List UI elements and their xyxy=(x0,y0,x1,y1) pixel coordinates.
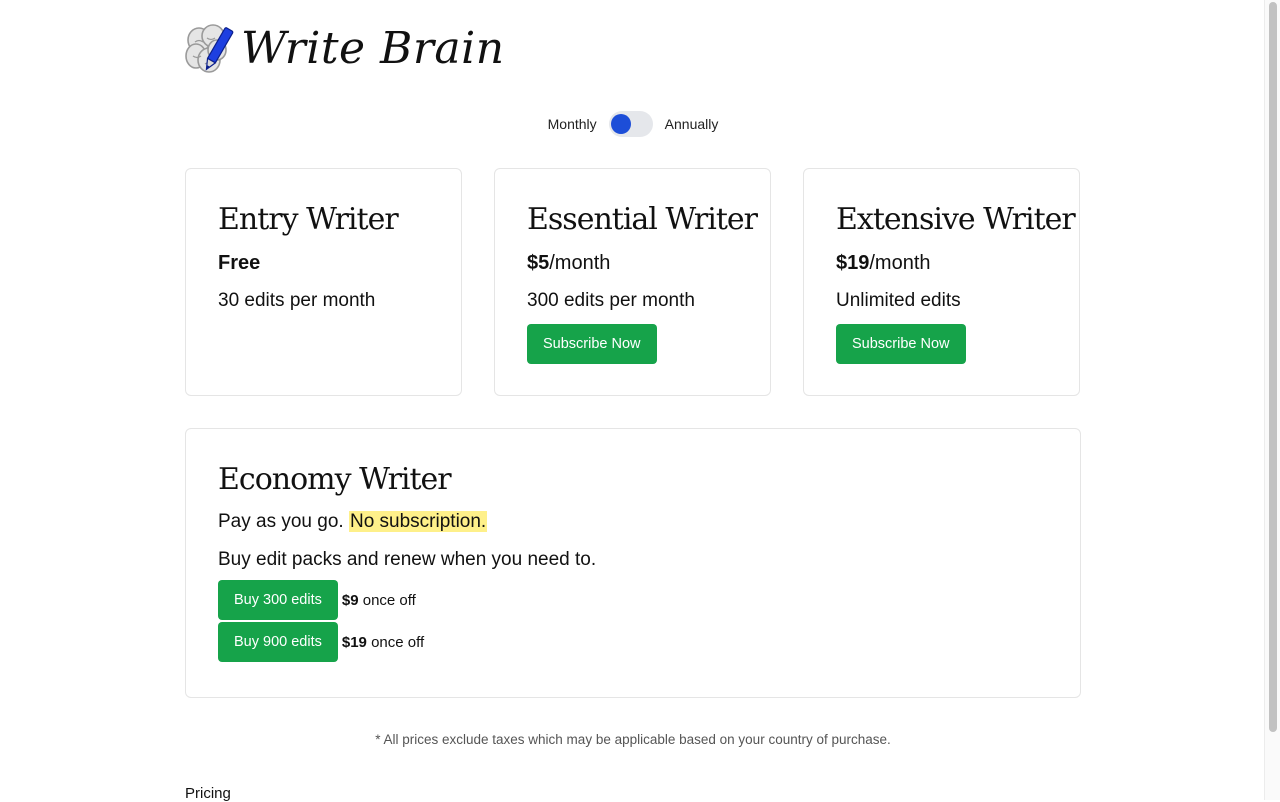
plan-card-economy: Economy Writer Pay as you go. No subscri… xyxy=(185,428,1081,698)
no-subscription-highlight: No subscription. xyxy=(348,511,488,532)
plan-title: Entry Writer xyxy=(218,202,399,237)
annually-label[interactable]: Annually xyxy=(665,116,719,132)
plan-edits: 30 edits per month xyxy=(218,290,376,311)
plan-cards: Entry Writer Free 30 edits per month Ess… xyxy=(185,168,1081,396)
buy-300-edits-button[interactable]: Buy 300 edits xyxy=(218,580,338,620)
plan-price-suffix: /month xyxy=(549,252,611,274)
plan-card-essential: Essential Writer $5/month 300 edits per … xyxy=(494,168,771,396)
pack-price-note: once off xyxy=(362,591,416,609)
monthly-label[interactable]: Monthly xyxy=(548,116,597,132)
plan-title: Economy Writer xyxy=(218,462,452,497)
pack-price: $9 once off xyxy=(342,592,416,609)
brand-name: Write Brain xyxy=(241,23,505,74)
scrollbar-thumb[interactable] xyxy=(1269,2,1277,732)
plan-edits: Unlimited edits xyxy=(836,290,961,311)
subscribe-extensive-button[interactable]: Subscribe Now xyxy=(836,324,966,364)
buy-900-edits-button[interactable]: Buy 900 edits xyxy=(218,622,338,662)
pricing-link[interactable]: Pricing xyxy=(185,785,231,802)
plan-price: $5/month xyxy=(527,250,738,276)
plan-edits: 300 edits per month xyxy=(527,290,695,311)
page-scrollbar[interactable] xyxy=(1264,0,1280,800)
plan-price-amount: $19 xyxy=(836,252,870,274)
edit-pack-row: Buy 900 edits $19 once off xyxy=(218,622,1048,662)
pack-price-amount: $19 xyxy=(341,633,367,651)
economy-description: Buy edit packs and renew when you need t… xyxy=(218,549,597,570)
plan-price: Free xyxy=(218,250,429,276)
pack-price-note: once off xyxy=(371,633,425,651)
subscribe-essential-button[interactable]: Subscribe Now xyxy=(527,324,657,364)
plan-title: Essential Writer xyxy=(527,202,758,237)
tax-footnote: * All prices exclude taxes which may be … xyxy=(375,732,891,747)
billing-switch[interactable] xyxy=(608,111,653,137)
plan-price-amount: Free xyxy=(218,252,261,274)
plan-price: $19/month xyxy=(836,250,1047,276)
plan-title: Extensive Writer xyxy=(836,202,1076,237)
economy-tagline: Pay as you go. No subscription. xyxy=(218,506,1048,538)
plan-price-amount: $5 xyxy=(527,252,550,274)
billing-period-toggle: Monthly Annually xyxy=(185,111,1081,137)
brain-pencil-icon xyxy=(185,24,234,73)
pack-price-amount: $9 xyxy=(341,591,359,609)
edit-pack-row: Buy 300 edits $9 once off xyxy=(218,580,1048,620)
pack-price: $19 once off xyxy=(342,634,424,651)
brand-logo[interactable]: Write Brain xyxy=(185,22,505,76)
plan-card-entry: Entry Writer Free 30 edits per month xyxy=(185,168,462,396)
switch-knob xyxy=(610,114,631,134)
plan-price-suffix: /month xyxy=(869,252,931,274)
plan-card-extensive: Extensive Writer $19/month Unlimited edi… xyxy=(803,168,1080,396)
tagline-text: Pay as you go. xyxy=(218,511,344,532)
